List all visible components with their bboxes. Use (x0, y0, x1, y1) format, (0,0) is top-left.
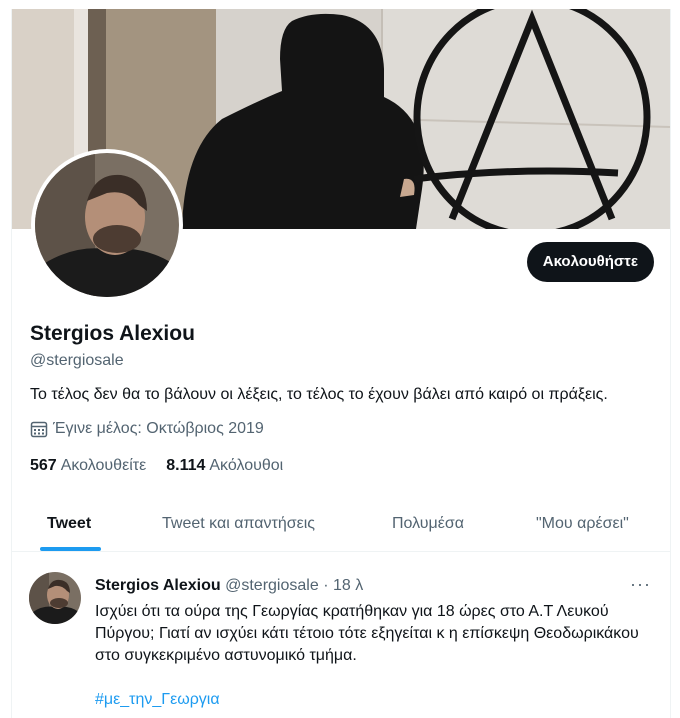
tweet-author-handle[interactable]: @stergiosale (225, 577, 319, 594)
tab-tweets[interactable]: Tweet (47, 501, 91, 551)
follow-button[interactable]: Ακολουθήστε (526, 242, 654, 282)
joined-text: Έγινε μέλος: Οκτώβριος 2019 (53, 420, 264, 437)
profile-stats: 567 Ακολουθείτε 8.114 Ακόλουθοι (30, 457, 303, 475)
tweet-avatar-photo (29, 572, 81, 624)
tab-tweets-and-replies[interactable]: Tweet και απαντήσεις (162, 501, 315, 551)
tweet-time[interactable]: 18 λ (333, 577, 363, 594)
followers-count: 8.114 (166, 457, 206, 474)
following-link[interactable]: 567 Ακολουθείτε (30, 457, 146, 475)
followers-label: Ακόλουθοι (209, 457, 284, 474)
tweet-hashtag[interactable]: #με_την_Γεωργια (95, 691, 220, 709)
calendar-icon (30, 421, 48, 438)
tab-media[interactable]: Πολυμέσα (392, 501, 464, 551)
active-tab-indicator (40, 547, 101, 551)
following-label: Ακολουθείτε (60, 457, 147, 474)
profile-name: Stergios Alexiou (30, 322, 195, 345)
tweet-avatar[interactable] (29, 572, 81, 624)
tab-likes[interactable]: "Μου αρέσει" (536, 501, 629, 551)
tweet-separator: · (323, 577, 329, 594)
profile-tabs: Tweet Tweet και απαντήσεις Πολυμέσα "Μου… (12, 501, 670, 552)
tweet-header: Stergios Alexiou @stergiosale · 18 λ (95, 577, 363, 595)
profile-handle: @stergiosale (30, 352, 124, 369)
following-count: 567 (30, 457, 57, 474)
more-icon[interactable]: ··· (630, 574, 651, 595)
profile-page: Ακολουθήστε Stergios Alexiou @stergiosal… (11, 9, 671, 718)
followers-link[interactable]: 8.114 Ακόλουθοι (166, 457, 283, 475)
profile-avatar[interactable] (31, 149, 183, 301)
avatar-photo (35, 153, 179, 297)
tweet-text: Ισχύει ότι τα ούρα της Γεωργίας κρατήθηκ… (95, 603, 639, 664)
tweet-item[interactable]: Stergios Alexiou @stergiosale · 18 λ ···… (12, 552, 670, 718)
tweet-author-name[interactable]: Stergios Alexiou (95, 577, 221, 594)
profile-joined: Έγινε μέλος: Οκτώβριος 2019 (30, 420, 264, 438)
profile-bio: Το τέλος δεν θα το βάλουν οι λέξεις, το … (30, 386, 608, 403)
